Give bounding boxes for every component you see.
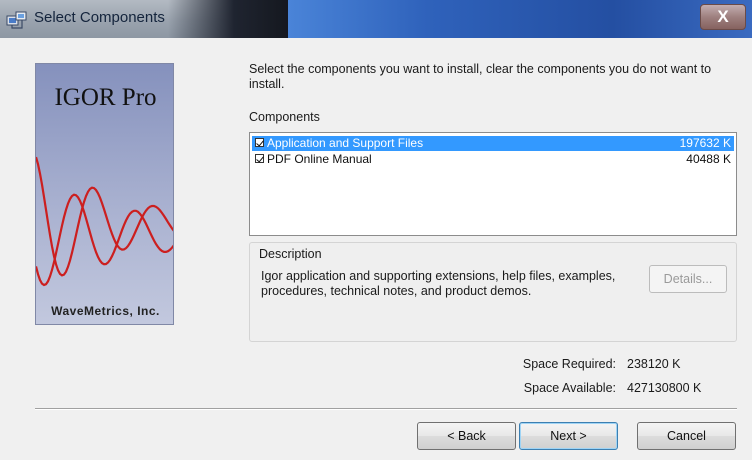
description-group: Description Igor application and support… [249, 242, 737, 342]
waveform-line [36, 156, 173, 277]
instruction-text: Select the components you want to instal… [249, 62, 712, 91]
space-available-value: 427130800 K [627, 381, 702, 395]
description-text: Igor application and supporting extensio… [261, 269, 616, 298]
list-item[interactable]: Application and Support Files 197632 K [252, 136, 734, 151]
description-label: Description [259, 247, 322, 261]
space-available-label: Space Available: [523, 381, 616, 395]
waveform-graphic [36, 156, 173, 287]
next-button[interactable]: Next > [519, 422, 618, 450]
components-list[interactable]: Application and Support Files 197632 K P… [249, 132, 737, 236]
window-title: Select Components [34, 9, 165, 26]
back-button[interactable]: < Back [417, 422, 516, 450]
company-name: WaveMetrics, Inc. [51, 304, 160, 318]
details-button[interactable]: Details... [649, 265, 727, 293]
component-checkbox[interactable] [255, 154, 264, 163]
component-size: 40488 K [686, 152, 731, 166]
cancel-button[interactable]: Cancel [637, 422, 736, 450]
component-size: 197632 K [679, 136, 731, 150]
divider [35, 408, 737, 410]
product-logo-panel: IGOR Pro WaveMetrics, Inc. [35, 63, 174, 325]
component-checkbox[interactable] [255, 138, 264, 147]
title-bar-shade [168, 0, 288, 38]
waveform-line [36, 193, 173, 287]
title-bar-glow [288, 0, 752, 38]
title-bar[interactable]: Select Components X [0, 0, 752, 38]
component-name: Application and Support Files [267, 136, 424, 150]
close-button[interactable]: X [700, 4, 746, 30]
space-required-label: Space Required: [522, 357, 616, 371]
product-name: IGOR Pro [54, 84, 157, 111]
installer-icon [6, 11, 27, 29]
setup-window: Select Components X IGOR Pro WaveMetrics… [0, 0, 752, 460]
list-item[interactable]: PDF Online Manual 40488 K [252, 152, 734, 167]
space-required-value: 238120 K [627, 357, 681, 371]
component-name: PDF Online Manual [267, 152, 372, 166]
components-label: Components [249, 110, 320, 124]
